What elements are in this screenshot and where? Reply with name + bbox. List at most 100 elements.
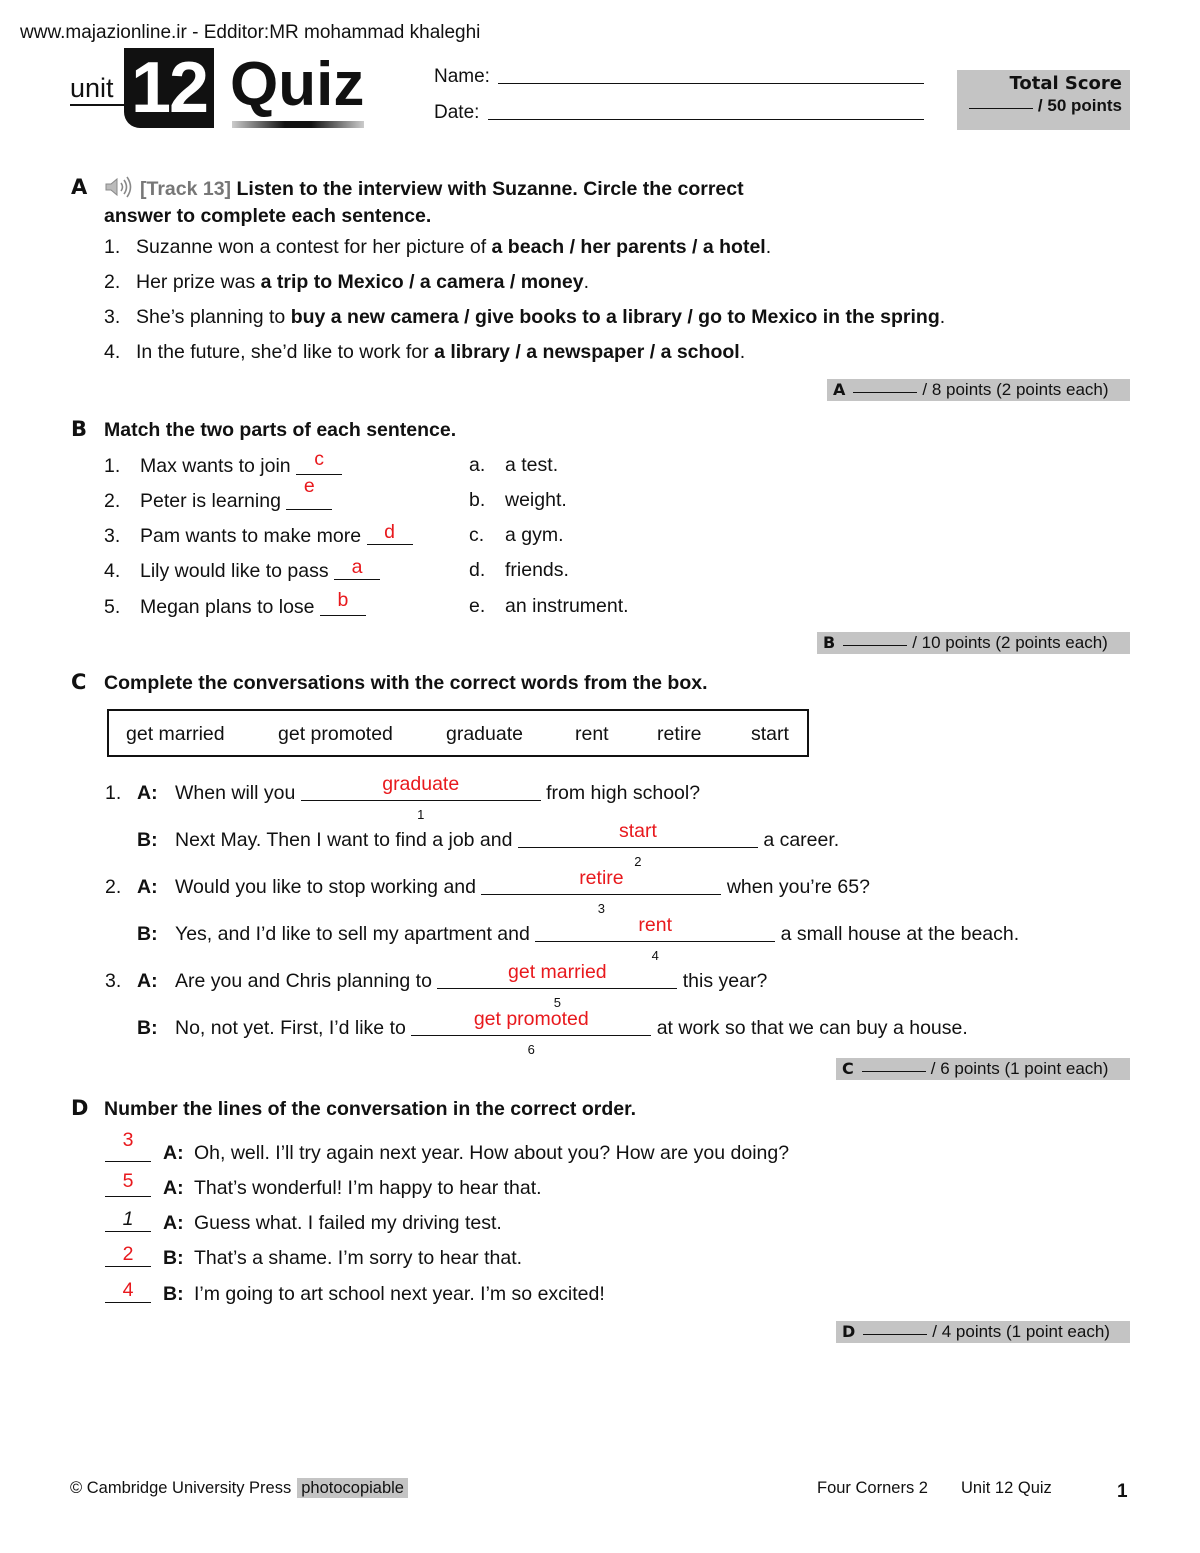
item-number: 1. (104, 455, 121, 477)
option-letter: c. (469, 524, 485, 546)
score-letter: B (823, 633, 836, 652)
score-blank[interactable] (853, 392, 918, 393)
page-number: 1 (1117, 1481, 1128, 1502)
line-text-before: Are you and Chris planning to (175, 970, 432, 992)
item-text: Suzanne won a contest for her picture of (136, 236, 492, 258)
conversation-line-3: 2. A: Would you like to stop working and r… (105, 867, 870, 916)
section-b-letter: B (71, 417, 88, 441)
score-blank[interactable] (843, 645, 908, 646)
question-a2: 2. Her prize was a trip to Mexico / a cam… (104, 270, 589, 294)
score-blank[interactable] (863, 1334, 928, 1335)
match-left-5: 5. Megan plans to lose b (104, 589, 366, 619)
item-number: 3. (105, 970, 122, 992)
score-text: / 8 points (2 points each) (922, 380, 1109, 399)
answer-blank[interactable]: d (366, 521, 413, 545)
item-number: 4. (104, 341, 121, 363)
line-text-before: Would you like to stop working and (175, 876, 476, 898)
answer-blank[interactable]: a (334, 556, 381, 580)
order-blank[interactable]: 3 (105, 1129, 151, 1162)
item-number: 3. (104, 306, 121, 328)
order-blank[interactable]: 5 (105, 1170, 151, 1197)
answer-blank[interactable]: c (296, 448, 343, 475)
speaker-icon[interactable] (104, 176, 134, 204)
answer-blank[interactable]: get married 5 (437, 961, 678, 1010)
item-end: . (765, 236, 772, 258)
speaker-label: A: (163, 1212, 184, 1234)
match-right-c: c. a gym. (469, 523, 564, 547)
question-a4: 4. In the future, she’d like to work for … (104, 340, 745, 364)
total-score-blank[interactable] (968, 108, 1033, 109)
speaker-label: B: (163, 1247, 184, 1269)
answer-blank[interactable]: graduate 1 (300, 773, 541, 822)
conversation-line-2: B: Next May. Then I want to find a job an… (105, 820, 840, 869)
blank-index: 1 (417, 807, 425, 822)
answer-options[interactable]: a trip to Mexico / a camera / money (261, 271, 584, 293)
option-letter: e. (469, 595, 486, 617)
date-label: Date: (434, 102, 480, 123)
question-a3: 3. She’s planning to buy a new camera / g… (104, 305, 945, 329)
line-text: I’m going to art school next year. I’m s… (194, 1283, 605, 1305)
footer-quiz: Unit 12 Quiz (961, 1479, 1052, 1497)
answer-blank[interactable]: e (286, 475, 333, 510)
item-number: 4. (104, 560, 121, 582)
order-line-5: 4 B: I’m going to art school next year. I’… (105, 1279, 605, 1306)
answer-blank[interactable]: b (319, 589, 366, 616)
answer-value: d (384, 521, 395, 543)
line-text-after: a career. (763, 829, 840, 851)
score-text: / 6 points (1 point each) (930, 1059, 1109, 1078)
score-letter: C (842, 1059, 854, 1078)
item-number: 2. (104, 271, 121, 293)
order-blank[interactable]: 2 (105, 1243, 151, 1267)
match-left-2: 2. Peter is learning e (104, 475, 333, 513)
footer-copyright: © Cambridge University Press photocopiabl… (70, 1478, 408, 1498)
score-text: / 10 points (2 points each) (912, 633, 1108, 652)
match-right-d: d. friends. (469, 558, 569, 582)
order-blank[interactable]: 4 (105, 1279, 151, 1303)
order-value: 1 (122, 1208, 134, 1230)
item-number: 3. (104, 525, 121, 547)
answer-blank[interactable]: get promoted 6 (411, 1008, 652, 1057)
question-a1: 1. Suzanne won a contest for her picture … (104, 235, 771, 259)
item-text: Max wants to join (140, 455, 291, 477)
name-label: Name: (434, 66, 490, 87)
section-c-instruction: Complete the conversations with the corr… (104, 672, 708, 694)
section-a-score: A / 8 points (2 points each) (827, 379, 1130, 401)
answer-blank[interactable]: retire 3 (481, 867, 722, 916)
quiz-title-bar (232, 121, 364, 128)
line-text: That’s wonderful! I’m happy to hear that… (194, 1177, 542, 1199)
answer-options[interactable]: a library / a newspaper / a school (434, 341, 740, 363)
answer-value: a (351, 556, 363, 578)
conversation-line-1: 1. A: When will you graduate 1 from high sc… (105, 773, 700, 822)
answer-blank[interactable]: start 2 (517, 820, 758, 869)
footer-book: Four Corners 2 (817, 1479, 928, 1497)
order-blank[interactable]: 1 (105, 1208, 151, 1232)
word-option: get married (126, 723, 225, 745)
line-text-after: this year? (682, 970, 768, 992)
copyright-text: © Cambridge University Press (70, 1479, 292, 1497)
answer-blank[interactable]: rent 4 (535, 914, 776, 963)
item-number: 1. (105, 782, 122, 804)
conversation-line-5: 3. A: Are you and Chris planning to get ma… (105, 961, 768, 1010)
unit-label: unit (70, 73, 114, 103)
answer-options[interactable]: a beach / her parents / a hotel (492, 236, 766, 258)
line-text-before: Yes, and I’d like to sell my apartment a… (175, 923, 530, 945)
speaker-label: B: (163, 1283, 184, 1305)
item-text: She’s planning to (136, 306, 291, 328)
speaker-label: A: (137, 876, 158, 898)
answer-value: rent (638, 914, 673, 936)
section-d-score: D / 4 points (1 point each) (836, 1321, 1130, 1343)
unit-number-badge: 12 (124, 48, 214, 128)
answer-options[interactable]: buy a new camera / give books to a libra… (291, 306, 940, 328)
score-blank[interactable] (861, 1071, 926, 1072)
date-field[interactable] (488, 119, 924, 120)
total-score-box: Total Score / 50 points (957, 70, 1130, 130)
line-text-before: Next May. Then I want to find a job and (175, 829, 513, 851)
name-field[interactable] (498, 83, 924, 84)
section-b-score: B / 10 points (2 points each) (817, 632, 1130, 654)
speaker-label: A: (163, 1177, 184, 1199)
item-text: Pam wants to make more (140, 525, 362, 547)
item-end: . (939, 306, 946, 328)
photocopiable-badge: photocopiable (297, 1478, 408, 1498)
line-text-after: at work so that we can buy a house. (656, 1017, 968, 1039)
order-value: 3 (122, 1129, 134, 1151)
